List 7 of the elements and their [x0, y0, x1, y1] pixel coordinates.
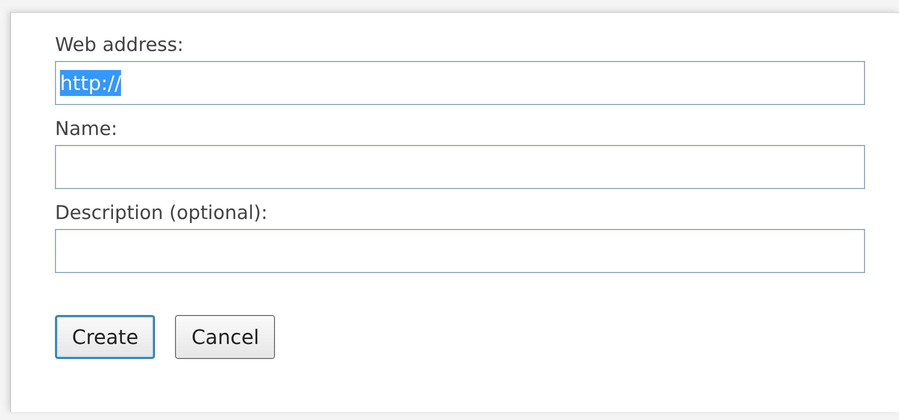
field-label: Name:	[55, 117, 118, 142]
input-field[interactable]	[55, 229, 865, 273]
input-field[interactable]	[55, 145, 865, 189]
field-label: Description (optional):	[55, 201, 268, 226]
dialog-button[interactable]: Cancel	[175, 315, 276, 359]
field-label: Web address:	[55, 33, 185, 58]
dialog-button[interactable]: Create	[55, 315, 156, 359]
